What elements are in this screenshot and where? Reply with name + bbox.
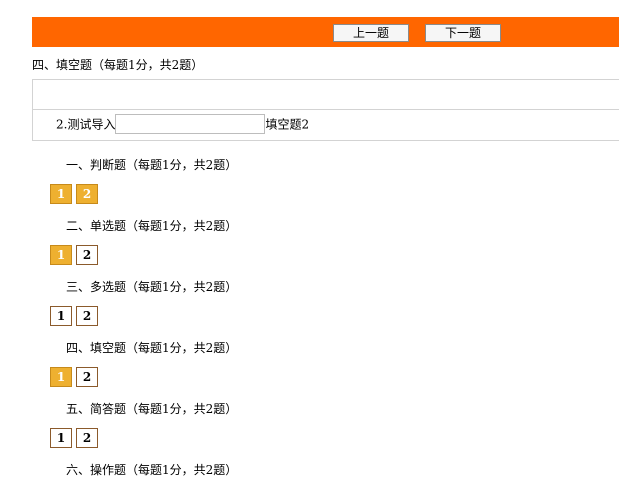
question-number-button[interactable]: 1 (50, 306, 72, 326)
divider (32, 109, 619, 110)
divider (32, 140, 619, 141)
question-text: 2.测试导入 (56, 117, 116, 132)
question-row: 2.测试导入 填空题2 (56, 114, 309, 136)
group-title-multiple-choice: 三、多选题（每题1分，共2题） (66, 280, 238, 294)
group-title-single-choice: 二、单选题（每题1分，共2题） (66, 219, 238, 233)
question-number-button[interactable]: 2 (76, 367, 98, 387)
divider (32, 79, 619, 80)
question-suffix: 填空题2 (265, 117, 310, 132)
group-title-fill-blank: 四、填空题（每题1分，共2题） (66, 341, 238, 355)
divider (32, 79, 33, 140)
question-number-button[interactable]: 1 (50, 245, 72, 265)
top-toolbar: 上一题 下一题 (32, 17, 619, 47)
question-number-button[interactable]: 1 (50, 428, 72, 448)
group-title-short-answer: 五、简答题（每题1分，共2题） (66, 402, 238, 416)
group-title-operation: 六、操作题（每题1分，共2题） (66, 463, 238, 477)
section-title: 四、填空题（每题1分，共2题） (32, 58, 204, 72)
group-title-true-false: 一、判断题（每题1分，共2题） (66, 158, 238, 172)
question-number-button[interactable]: 2 (76, 306, 98, 326)
question-number-button[interactable]: 1 (50, 184, 72, 204)
question-number-button[interactable]: 2 (76, 184, 98, 204)
question-number-button[interactable]: 2 (76, 245, 98, 265)
fill-blank-input[interactable] (115, 114, 266, 134)
prev-question-button[interactable]: 上一题 (333, 24, 409, 42)
question-number-button[interactable]: 2 (76, 428, 98, 448)
next-question-button[interactable]: 下一题 (425, 24, 501, 42)
question-number-button[interactable]: 1 (50, 367, 72, 387)
